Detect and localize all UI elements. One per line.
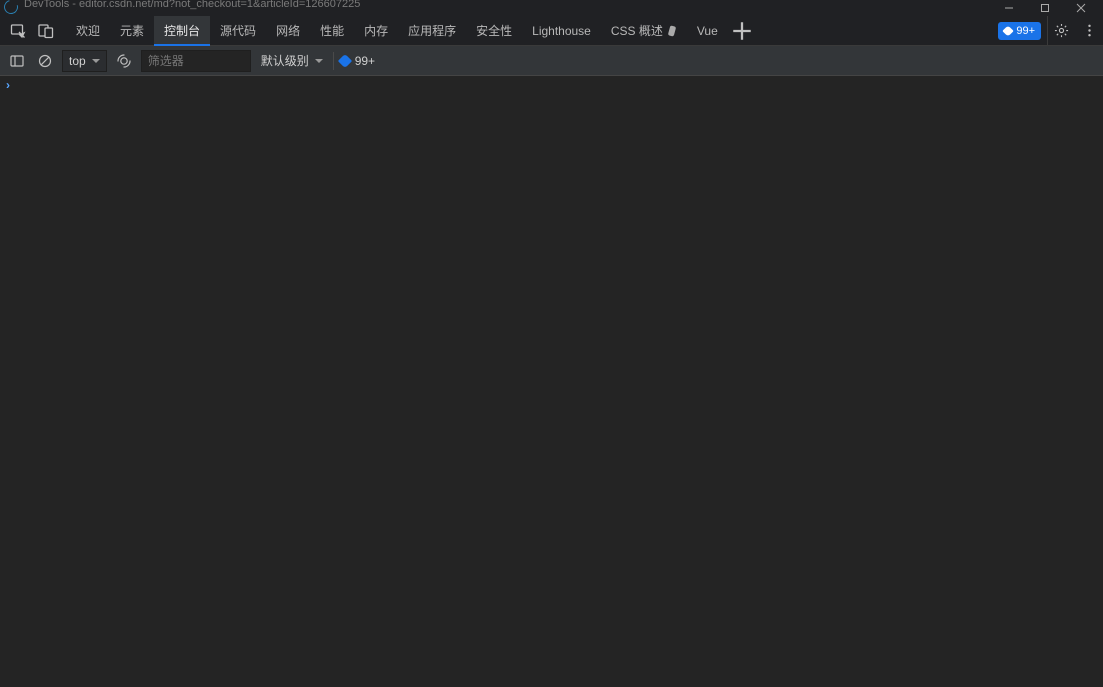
context-label: top [69,54,86,68]
tab-network[interactable]: 网络 [266,16,310,45]
tab-console[interactable]: 控制台 [154,16,210,45]
message-icon [338,53,352,67]
tab-welcome[interactable]: 欢迎 [66,16,110,45]
tab-label: CSS 概述 [611,22,663,39]
tab-lighthouse[interactable]: Lighthouse [522,16,601,45]
tab-label: Lighthouse [532,24,591,38]
close-button[interactable] [1063,0,1099,16]
tab-css-overview[interactable]: CSS 概述 [601,16,687,45]
tab-label: 网络 [276,22,300,39]
level-label: 默认级别 [261,52,309,69]
live-expression-button[interactable] [113,50,135,72]
add-tab-button[interactable] [728,16,756,45]
issue-count: 99+ [355,54,375,68]
log-level-selector[interactable]: 默认级别 [257,52,327,69]
tab-performance[interactable]: 性能 [310,16,354,45]
tab-application[interactable]: 应用程序 [398,16,466,45]
chevron-down-icon [92,59,100,63]
inspect-element-icon[interactable] [4,16,32,45]
devtools-tabstrip: 欢迎 元素 控制台 源代码 网络 性能 内存 应用程序 安全性 Lighthou… [0,16,1103,46]
minimize-button[interactable] [991,0,1027,16]
tab-label: 安全性 [476,22,512,39]
chevron-down-icon [315,59,323,63]
window-title: DevTools - editor.csdn.net/md?not_checko… [24,0,360,10]
tab-label: 性能 [320,22,344,39]
console-toolbar: top 默认级别 99+ [0,46,1103,76]
tab-label: 欢迎 [76,22,100,39]
toggle-sidebar-button[interactable] [6,50,28,72]
tab-security[interactable]: 安全性 [466,16,522,45]
badge-count: 99+ [1016,25,1035,37]
issues-badge[interactable]: 99+ [998,22,1041,40]
toolbar-issues-badge[interactable]: 99+ [340,54,375,68]
tab-memory[interactable]: 内存 [354,16,398,45]
tab-label: Vue [697,24,718,38]
tab-vue[interactable]: Vue [687,16,728,45]
message-icon [1003,25,1014,36]
tab-label: 源代码 [220,22,256,39]
divider [333,52,334,70]
titlebar: DevTools - editor.csdn.net/md?not_checko… [0,0,1103,16]
settings-button[interactable] [1047,16,1075,45]
tab-elements[interactable]: 元素 [110,16,154,45]
more-options-button[interactable] [1075,16,1103,45]
tab-label: 内存 [364,22,388,39]
console-prompt[interactable]: › [0,76,1103,94]
tab-sources[interactable]: 源代码 [210,16,266,45]
clear-console-button[interactable] [34,50,56,72]
tab-label: 元素 [120,22,144,39]
tab-label: 应用程序 [408,22,456,39]
console-output: › [0,76,1103,687]
filter-input[interactable] [141,50,251,72]
experiment-icon [667,25,677,37]
device-toggle-icon[interactable] [32,16,60,45]
maximize-button[interactable] [1027,0,1063,16]
tab-label: 控制台 [164,22,200,39]
devtools-icon [1,0,20,17]
prompt-chevron-icon: › [6,78,10,92]
context-selector[interactable]: top [62,50,107,72]
